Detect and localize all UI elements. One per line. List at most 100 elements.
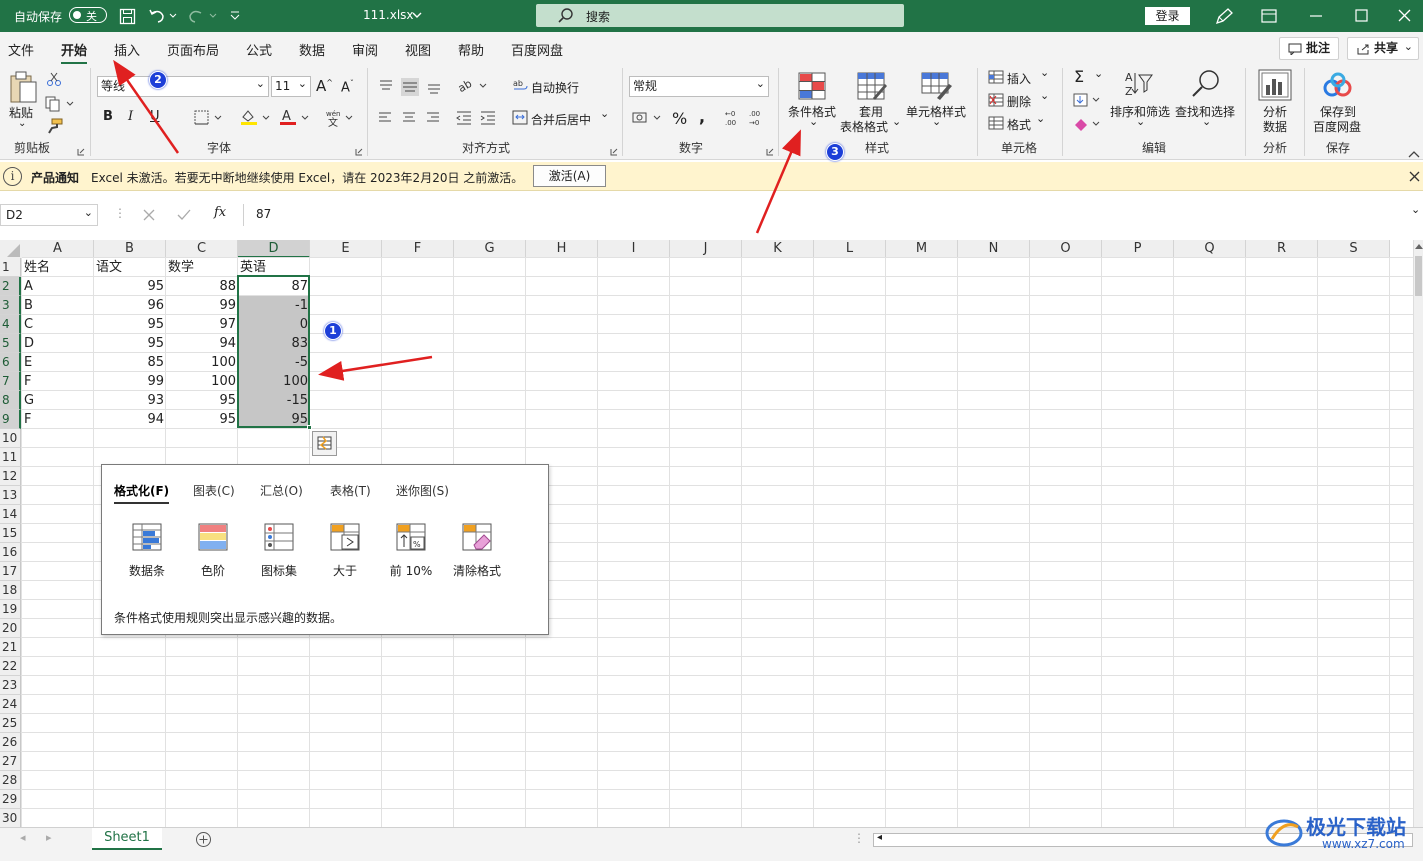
border-icon[interactable] xyxy=(194,110,224,126)
file-name[interactable]: 111.xlsx xyxy=(363,8,414,22)
cell[interactable]: 数学 xyxy=(166,258,238,277)
decimal-icons[interactable]: ←0.00.00→0 xyxy=(724,108,770,128)
scroll-up-icon[interactable] xyxy=(1415,243,1423,249)
cell[interactable]: 95 xyxy=(94,277,166,296)
analyze-data-icon[interactable] xyxy=(1258,69,1292,101)
cell[interactable]: 95 xyxy=(94,334,166,353)
underline-icon[interactable]: U xyxy=(150,109,160,124)
insert-function-icon[interactable]: fx xyxy=(214,205,226,220)
tab-review[interactable]: 审阅 xyxy=(352,40,378,59)
autosum-icon[interactable]: Σ xyxy=(1074,67,1084,86)
minimize-icon[interactable] xyxy=(1309,15,1323,18)
fill-icon[interactable] xyxy=(1073,93,1103,107)
tab-baidu[interactable]: 百度网盘 xyxy=(511,40,563,59)
maximize-icon[interactable] xyxy=(1355,9,1368,22)
delete-cells-label[interactable]: 删除 xyxy=(1007,93,1031,110)
save-icon[interactable] xyxy=(119,8,137,25)
cell[interactable]: F xyxy=(22,372,94,391)
fill-color-icon[interactable] xyxy=(240,108,272,126)
format-cells-icon[interactable] xyxy=(988,116,1004,130)
baidu-cloud-icon[interactable] xyxy=(1323,72,1353,98)
qa-top10[interactable]: % 前 10% xyxy=(381,523,441,579)
search-box[interactable]: 搜索 xyxy=(536,4,904,27)
cell[interactable]: C xyxy=(22,315,94,334)
vertical-align-icons[interactable] xyxy=(378,78,448,96)
cell[interactable]: 88 xyxy=(166,277,238,296)
cell[interactable]: 93 xyxy=(94,391,166,410)
font-size-dropdown[interactable]: 11 xyxy=(271,74,311,97)
cell[interactable]: 100 xyxy=(238,372,310,391)
close-icon[interactable] xyxy=(1398,9,1411,22)
undo-icon[interactable] xyxy=(148,8,178,24)
scroll-thumb[interactable] xyxy=(1415,256,1422,296)
insert-cells-icon[interactable] xyxy=(988,70,1004,84)
format-as-table-icon[interactable] xyxy=(857,72,887,100)
cut-icon[interactable] xyxy=(47,72,61,86)
cell[interactable]: 99 xyxy=(166,296,238,315)
format-painter-icon[interactable] xyxy=(46,118,64,134)
tab-view[interactable]: 视图 xyxy=(405,40,431,59)
copy-icon[interactable] xyxy=(45,96,75,112)
qa-clear[interactable]: 清除格式 xyxy=(447,523,507,579)
dialog-launcher-icon[interactable] xyxy=(77,148,85,156)
save-baidu-label-2[interactable]: 百度网盘 xyxy=(1313,118,1361,135)
cell[interactable]: B xyxy=(22,296,94,315)
tab-file[interactable]: 文件 xyxy=(8,40,34,59)
number-format-dropdown[interactable]: 常规 xyxy=(629,74,769,97)
qa-iconset[interactable]: 图标集 xyxy=(249,523,309,579)
formula-input[interactable]: 87 xyxy=(243,204,1423,226)
merge-center-icon[interactable] xyxy=(512,110,528,126)
cell[interactable]: 姓名 xyxy=(22,258,94,277)
font-grow-icon[interactable]: A^ xyxy=(316,77,333,95)
chevron-down-icon[interactable]: ⌄ xyxy=(892,115,901,128)
orientation-icon[interactable]: ab xyxy=(456,76,490,94)
quick-analysis-button[interactable] xyxy=(312,431,337,456)
percent-icon[interactable]: % xyxy=(672,109,687,128)
chevron-down-icon[interactable]: ⌄ xyxy=(84,203,93,223)
qa-tab-tables[interactable]: 表格(T) xyxy=(330,482,371,499)
chevron-down-icon[interactable]: ⌄ xyxy=(1094,67,1103,80)
cell[interactable]: G xyxy=(22,391,94,410)
chevron-down-icon[interactable]: ⌄ xyxy=(1136,115,1145,128)
comments-button[interactable]: 批注 xyxy=(1279,37,1339,60)
tab-help[interactable]: 帮助 xyxy=(458,40,484,59)
italic-icon[interactable]: I xyxy=(128,109,133,124)
wrap-text-icon[interactable]: ab xyxy=(512,78,528,94)
activate-button[interactable]: 激活(A) xyxy=(533,165,606,187)
cell[interactable]: 100 xyxy=(166,372,238,391)
chevron-down-icon[interactable]: ⌄ xyxy=(1202,115,1211,128)
cell[interactable]: 95 xyxy=(238,410,310,429)
qa-tab-charts[interactable]: 图表(C) xyxy=(193,482,235,499)
indent-icons[interactable] xyxy=(456,110,500,126)
tab-home[interactable]: 开始 xyxy=(61,40,88,65)
sort-filter-icon[interactable]: AZ xyxy=(1124,69,1154,99)
split-grip[interactable]: ⋮ xyxy=(853,831,865,845)
cell-styles-icon[interactable] xyxy=(921,72,953,100)
cell[interactable]: 94 xyxy=(94,410,166,429)
cell[interactable]: -15 xyxy=(238,391,310,410)
cell[interactable]: E xyxy=(22,353,94,372)
chevron-down-icon[interactable]: ⌄ xyxy=(1036,112,1045,125)
fill-handle[interactable] xyxy=(307,425,312,430)
close-icon[interactable] xyxy=(1409,171,1420,182)
chevron-down-icon[interactable]: ⌄ xyxy=(809,115,818,128)
dialog-launcher-icon[interactable] xyxy=(766,148,774,156)
cell[interactable]: F xyxy=(22,410,94,429)
bold-icon[interactable]: B xyxy=(103,109,113,124)
chevron-down-icon[interactable]: ⌄ xyxy=(18,118,26,129)
customize-qat-icon[interactable] xyxy=(229,10,241,20)
chevron-down-icon[interactable]: ⌄ xyxy=(1040,89,1049,102)
expand-formula-icon[interactable]: ⌄ xyxy=(1411,203,1420,216)
cell[interactable]: 99 xyxy=(94,372,166,391)
cell[interactable]: 87 xyxy=(238,277,310,296)
cell[interactable]: 83 xyxy=(238,334,310,353)
font-shrink-icon[interactable]: Aˇ xyxy=(341,79,354,95)
tab-data[interactable]: 数据 xyxy=(299,40,325,59)
autosave-toggle[interactable]: 关 xyxy=(69,7,107,23)
cell[interactable]: A xyxy=(22,277,94,296)
wrap-text-label[interactable]: 自动换行 xyxy=(531,79,579,96)
cell[interactable]: -1 xyxy=(238,296,310,315)
cell[interactable]: 0 xyxy=(238,315,310,334)
accounting-format-icon[interactable] xyxy=(632,110,664,126)
login-button[interactable]: 登录 xyxy=(1145,7,1190,25)
